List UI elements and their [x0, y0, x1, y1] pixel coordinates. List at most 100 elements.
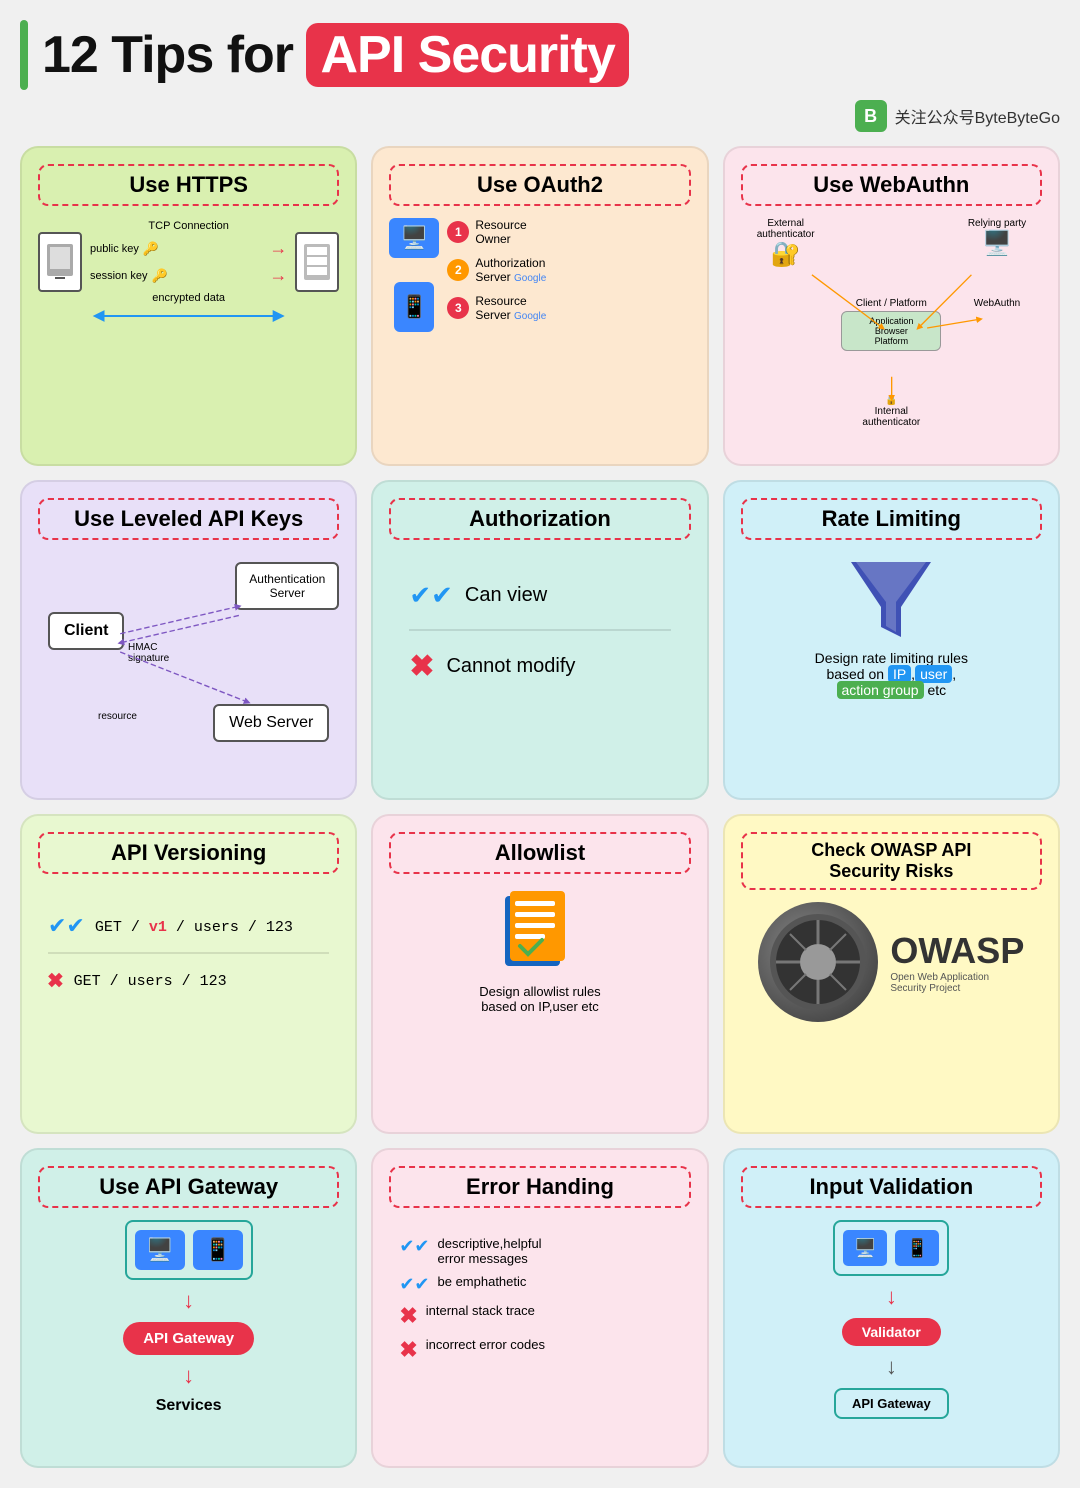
- version-x-icon: ✖: [48, 966, 64, 997]
- card-ratelimiting: Rate Limiting Design rate limiting rules…: [723, 480, 1060, 800]
- header: 12 Tips for API Security: [20, 20, 1060, 90]
- gateway-device-row: 🖥️ 📱: [125, 1220, 253, 1280]
- owasp-name: OWASP: [890, 930, 1024, 972]
- error-item-2: ✔✔ be emphathetic: [399, 1274, 680, 1295]
- tcp-label: TCP Connection: [148, 220, 229, 232]
- https-diagram: TCP Connection public key 🔑 → session ke…: [38, 218, 339, 320]
- error-label-4: incorrect error codes: [426, 1337, 545, 1352]
- inputval-validator: Validator: [842, 1318, 941, 1346]
- gateway-monitor: 🖥️: [135, 1230, 185, 1270]
- owasp-logo-row: OWASP Open Web ApplicationSecurity Proje…: [758, 902, 1024, 1022]
- https-arrows: [38, 310, 339, 320]
- auth-divider: [409, 629, 670, 631]
- owasp-logo: [758, 902, 878, 1022]
- card-owasp-title: Check OWASP APISecurity Risks: [741, 832, 1042, 890]
- card-oauth2: Use OAuth2 🖥️ 📱 1 ResourceOwner 2 Author…: [371, 146, 708, 466]
- oauth-item-1: 1 ResourceOwner: [447, 218, 690, 246]
- page-title: 12 Tips for API Security: [42, 23, 629, 87]
- version-good-label: GET / v1 / users / 123: [95, 919, 293, 936]
- gateway-box: API Gateway: [123, 1322, 254, 1355]
- error-check-2: ✔✔: [399, 1274, 429, 1295]
- errorhandling-items: ✔✔ descriptive,helpfulerror messages ✔✔ …: [389, 1220, 690, 1379]
- allowlist-description: Design allowlist rulesbased on IP,user e…: [479, 984, 600, 1014]
- card-inputvalidation-title: Input Validation: [741, 1166, 1042, 1208]
- card-gateway: Use API Gateway 🖥️ 📱 ↓ API Gateway ↓ Ser…: [20, 1148, 357, 1468]
- inputval-arrow: ↓: [886, 1284, 897, 1310]
- clipboard-icon: [500, 886, 580, 976]
- header-bar: [20, 20, 28, 90]
- gateway-services: Services: [156, 1397, 222, 1415]
- oauth-label-3: ResourceServer Google: [475, 294, 546, 322]
- apikeys-diagram: Client AuthenticationServer Web Server H…: [38, 552, 339, 752]
- rate-funnel: Design rate limiting rulesbased on IP,us…: [741, 552, 1042, 698]
- oauth-right: 1 ResourceOwner 2 AuthorizationServer Go…: [447, 218, 690, 322]
- oauth-monitor: 🖥️: [389, 218, 439, 258]
- sessionkey-label: session key: [90, 270, 147, 282]
- card-versioning: API Versioning ✔✔ GET / v1 / users / 123…: [20, 814, 357, 1134]
- version-divider: [48, 952, 329, 954]
- error-label-3: internal stack trace: [426, 1303, 535, 1318]
- auth-cannot-modify-label: Cannot modify: [446, 655, 575, 678]
- rate-action: action group: [837, 681, 924, 699]
- branding: B 关注公众号ByteByteGo: [20, 100, 1060, 132]
- error-item-3: ✖ internal stack trace: [399, 1303, 680, 1329]
- oauth-num-1: 1: [447, 221, 469, 243]
- version-check-icon: ✔✔: [48, 914, 85, 940]
- oauth-item-2: 2 AuthorizationServer Google: [447, 256, 690, 284]
- title-highlight: API Security: [306, 23, 628, 87]
- https-client: [38, 232, 82, 292]
- error-item-4: ✖ incorrect error codes: [399, 1337, 680, 1363]
- card-authorization: Authorization ✔✔ Can view ✖ Cannot modif…: [371, 480, 708, 800]
- oauth-num-3: 3: [447, 297, 469, 319]
- versioning-items: ✔✔ GET / v1 / users / 123 ✖ GET / users …: [38, 886, 339, 1025]
- webauthn-diagram: Externalauthenticator🔐 Relying party🖥️ C…: [741, 218, 1042, 438]
- card-https: Use HTTPS TCP Connection public key: [20, 146, 357, 466]
- auth-cannot-modify: ✖ Cannot modify: [409, 649, 670, 684]
- https-encdata-row: encrypted data: [90, 292, 287, 304]
- rate-description: Design rate limiting rulesbased on IP,us…: [815, 650, 968, 698]
- x-icon-1: ✖: [409, 649, 434, 684]
- https-tcp-row: TCP Connection: [90, 220, 287, 232]
- error-label-2: be emphathetic: [438, 1274, 527, 1289]
- https-pubkey-row: public key 🔑 →: [90, 238, 287, 259]
- authorization-items: ✔✔ Can view ✖ Cannot modify: [389, 552, 690, 712]
- https-sessionkey-row: session key 🔑 →: [90, 265, 287, 286]
- https-row: TCP Connection public key 🔑 → session ke…: [38, 218, 339, 306]
- card-inputvalidation: Input Validation 🖥️ 📱 ↓ Validator ↓ API …: [723, 1148, 1060, 1468]
- auth-can-view: ✔✔ Can view: [409, 580, 670, 611]
- inputval-monitor: 🖥️: [843, 1230, 887, 1266]
- encdata-label: encrypted data: [152, 292, 225, 304]
- gateway-devices: 🖥️ 📱: [125, 1220, 253, 1280]
- error-x-2: ✖: [399, 1337, 417, 1363]
- error-label-1: descriptive,helpfulerror messages: [438, 1236, 542, 1266]
- version-bad-label: GET / users / 123: [74, 973, 227, 990]
- card-gateway-title: Use API Gateway: [38, 1166, 339, 1208]
- funnel-icon: [846, 552, 936, 642]
- auth-can-view-label: Can view: [465, 584, 547, 607]
- inputval-arrow-2: ↓: [886, 1354, 897, 1380]
- cards-grid: Use HTTPS TCP Connection public key: [20, 146, 1060, 1468]
- gateway-arrow-down-2: ↓: [183, 1363, 194, 1389]
- card-ratelimiting-title: Rate Limiting: [741, 498, 1042, 540]
- oauth-left: 🖥️ 📱: [389, 218, 439, 332]
- inputval-devices: 🖥️ 📱: [833, 1220, 949, 1276]
- allowlist-center: Design allowlist rulesbased on IP,user e…: [389, 886, 690, 1014]
- card-webauthn: Use WebAuthn Externalauthenticator🔐 Rely…: [723, 146, 1060, 466]
- card-owasp: Check OWASP APISecurity Risks: [723, 814, 1060, 1134]
- card-allowlist: Allowlist Design allowlist rulesbased on…: [371, 814, 708, 1134]
- card-https-title: Use HTTPS: [38, 164, 339, 206]
- inputval-diagram: 🖥️ 📱 ↓ Validator ↓ API Gateway: [741, 1220, 1042, 1419]
- title-prefix: 12 Tips for: [42, 26, 306, 84]
- error-item-1: ✔✔ descriptive,helpfulerror messages: [399, 1236, 680, 1266]
- check-icon-1: ✔✔: [409, 580, 453, 611]
- card-versioning-title: API Versioning: [38, 832, 339, 874]
- card-authorization-title: Authorization: [389, 498, 690, 540]
- version-bad: ✖ GET / users / 123: [48, 966, 329, 997]
- oauth-diagram: 🖥️ 📱 1 ResourceOwner 2 AuthorizationServ…: [389, 218, 690, 332]
- owasp-text: OWASP Open Web ApplicationSecurity Proje…: [890, 930, 1024, 994]
- card-errorhandling-title: Error Handing: [389, 1166, 690, 1208]
- card-errorhandling: Error Handing ✔✔ descriptive,helpfulerro…: [371, 1148, 708, 1468]
- gateway-arrow-down: ↓: [183, 1288, 194, 1314]
- card-apikeys: Use Leveled API Keys Client Authenticati…: [20, 480, 357, 800]
- oauth-item-3: 3 ResourceServer Google: [447, 294, 690, 322]
